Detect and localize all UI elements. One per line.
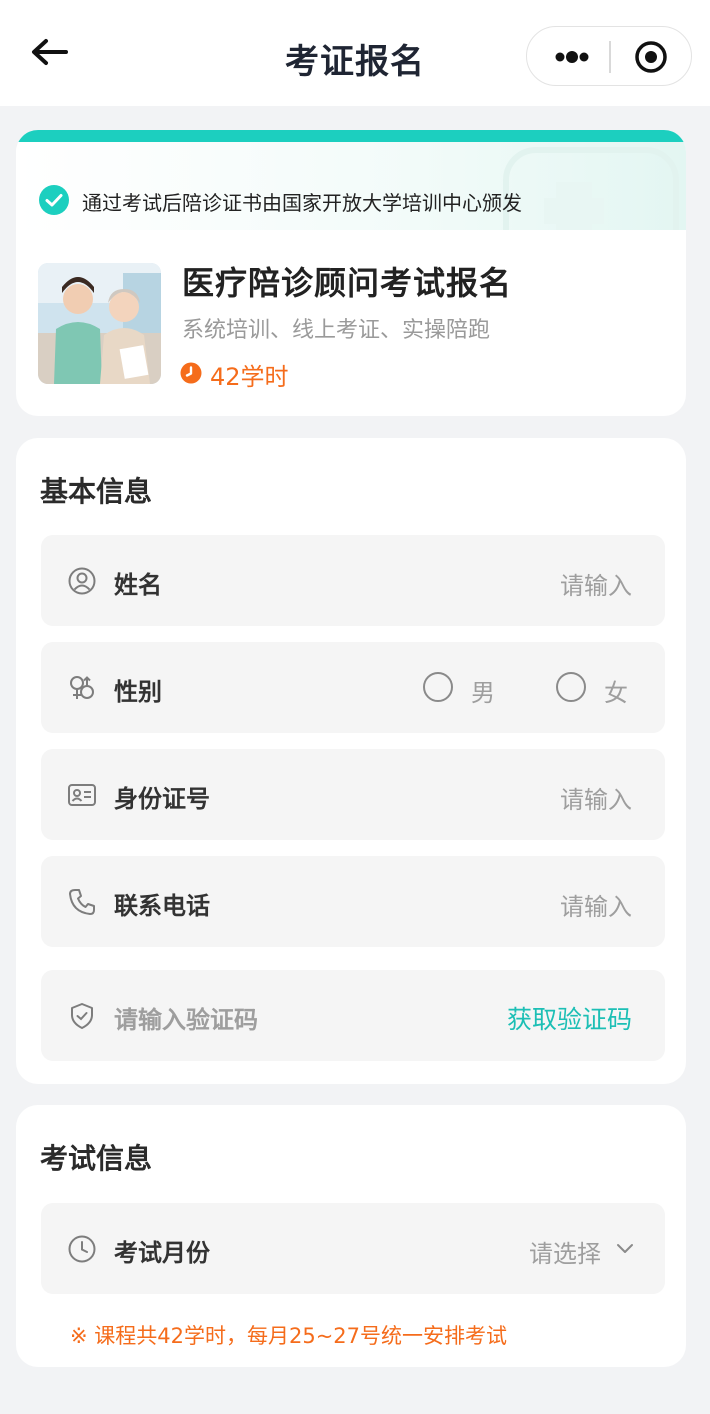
chevron-down-icon <box>617 1244 633 1253</box>
id-card-icon <box>68 784 96 806</box>
course-title: 医疗陪诊顾问考试报名 <box>182 264 513 302</box>
check-circle-icon <box>39 185 69 215</box>
gender-male-label: 男 <box>471 679 495 707</box>
exam-month-value[interactable]: 请选择 <box>529 1234 601 1269</box>
more-button[interactable] <box>545 41 609 73</box>
get-code-button[interactable]: 获取验证码 <box>507 1000 632 1036</box>
certificate-banner: 通过考试后陪诊证书由国家开放大学培训中心颁发 <box>16 142 686 230</box>
phone-label: 联系电话 <box>114 892 210 920</box>
id-number-input[interactable]: 请输入 <box>560 780 632 815</box>
verification-code-field[interactable]: 请输入验证码 获取验证码 <box>41 970 665 1061</box>
capsule-divider <box>609 41 611 73</box>
radio-circle <box>423 672 453 702</box>
accent-bar <box>16 130 686 142</box>
clock-icon <box>180 362 202 384</box>
hospital-watermark-icon <box>503 147 679 230</box>
phone-field[interactable]: 联系电话 请输入 <box>41 856 665 947</box>
clock-outline-icon <box>68 1235 96 1263</box>
section-title-basic: 基本信息 <box>40 475 153 508</box>
course-cover-image <box>38 263 161 384</box>
gender-female-label: 女 <box>604 679 628 707</box>
nav-bar: 考证报名 <box>0 0 710 106</box>
course-subtitle: 系统培训、线上考证、实操陪跑 <box>182 318 491 343</box>
course-card[interactable]: 通过考试后陪诊证书由国家开放大学培训中心颁发 医疗陪诊顾问考试报名 系统培训、线… <box>16 130 686 416</box>
verification-code-input[interactable]: 请输入验证码 <box>114 1000 258 1035</box>
phone-icon <box>69 889 95 915</box>
name-field[interactable]: 姓名 请输入 <box>41 535 665 626</box>
phone-input[interactable]: 请输入 <box>560 887 632 922</box>
name-input[interactable]: 请输入 <box>560 566 632 601</box>
exam-month-label: 考试月份 <box>114 1239 210 1267</box>
shield-check-icon <box>71 1003 93 1029</box>
name-label: 姓名 <box>114 571 162 599</box>
gender-label: 性别 <box>114 678 162 706</box>
user-icon <box>68 567 96 595</box>
basic-info-card: 基本信息 姓名 请输入 性别 男 女 身份证号 请输入 联系电话 请输入 请输入… <box>16 438 686 1084</box>
certificate-notice: 通过考试后陪诊证书由国家开放大学培训中心颁发 <box>82 191 522 215</box>
exam-month-select[interactable]: 考试月份 请选择 <box>41 1203 665 1294</box>
radio-circle <box>556 672 586 702</box>
exam-info-card: 考试信息 考试月份 请选择 ※ 课程共42学时，每月25~27号统一安排考试 <box>16 1105 686 1367</box>
gender-field: 性别 男 女 <box>41 642 665 733</box>
id-number-label: 身份证号 <box>114 785 210 813</box>
target-close-icon <box>635 41 667 73</box>
id-number-field[interactable]: 身份证号 请输入 <box>41 749 665 840</box>
gender-icon <box>70 676 94 699</box>
section-title-exam: 考试信息 <box>40 1142 153 1175</box>
more-dots-icon <box>555 51 589 63</box>
close-button[interactable] <box>627 39 677 75</box>
mini-program-capsule <box>526 26 692 86</box>
exam-note: ※ 课程共42学时，每月25~27号统一安排考试 <box>70 1324 508 1348</box>
course-hours: 42学时 <box>210 363 289 391</box>
